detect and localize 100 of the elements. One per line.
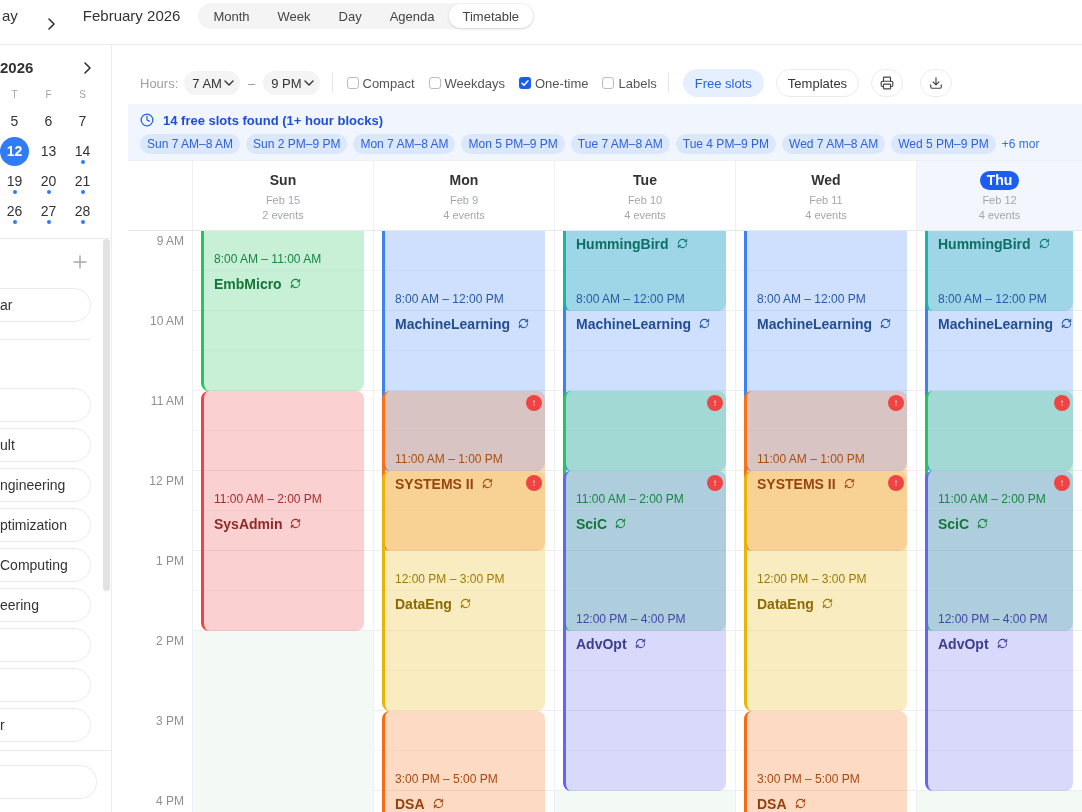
toolbar-button[interactable]: Free slots — [682, 69, 764, 97]
calendar-day[interactable]: 28 — [68, 196, 97, 226]
calendar-list-item[interactable]: ult — [0, 428, 91, 462]
hour-label: 12 PM — [149, 474, 184, 488]
event-count: 2 events — [262, 208, 304, 222]
event-count: 4 events — [624, 208, 666, 222]
event-title: HummingBird — [938, 235, 1031, 252]
calendar-day[interactable]: 20 — [34, 166, 63, 196]
free-slot-chip[interactable]: Mon 5 PM–9 PM — [461, 134, 565, 154]
calendar-day[interactable]: 5 — [0, 106, 29, 136]
free-slot-chip[interactable]: Tue 7 AM–8 AM — [570, 134, 670, 154]
event-title: HummingBird — [576, 235, 669, 252]
view-tab[interactable]: Month — [199, 4, 264, 28]
event-block[interactable]: 8:00 AM – 11:00 AM EmbMicro — [201, 231, 364, 391]
checkbox[interactable] — [428, 77, 441, 89]
toolbar-button[interactable]: Templates — [775, 69, 860, 97]
add-icon[interactable] — [73, 255, 87, 269]
calendar-list-item[interactable]: r — [0, 708, 91, 742]
checkbox-label[interactable]: Weekdays — [444, 75, 505, 91]
calendar-day[interactable]: 14 — [68, 136, 97, 166]
nav-button[interactable]: ay — [2, 3, 18, 29]
print-button[interactable] — [871, 69, 904, 97]
calendar-day[interactable]: 6 — [34, 106, 63, 136]
free-slot-chip[interactable]: Sun 7 AM–8 AM — [140, 134, 241, 154]
download-icon — [929, 76, 944, 90]
event-title: SciC — [938, 515, 970, 532]
event-time: 8:00 AM – 12:00 PM — [395, 290, 504, 308]
calendar-day[interactable]: 7 — [68, 106, 97, 136]
free-slots-summary: 14 free slots found (1+ hour blocks) — [163, 112, 383, 128]
view-tab[interactable]: Timetable — [448, 4, 534, 28]
checkbox-label[interactable]: Labels — [618, 75, 657, 91]
checkbox[interactable] — [602, 77, 615, 89]
day-date: Feb 10 — [627, 193, 663, 207]
day-name: Sun — [269, 171, 297, 189]
chevron-down-icon — [223, 80, 234, 86]
event-time: 11:00 AM – 1:00 PM — [395, 450, 503, 468]
next-chevron-icon[interactable] — [47, 17, 55, 30]
download-button[interactable] — [920, 69, 953, 97]
hour-label: 10 AM — [149, 314, 184, 328]
free-slot-chip[interactable]: Wed 7 AM–8 AM — [782, 134, 886, 154]
event-block[interactable]: 11:00 AM – 2:00 PM SysAdmin — [201, 391, 364, 631]
scrollbar-thumb[interactable] — [103, 239, 110, 591]
event-time: 11:00 AM – 2:00 PM — [214, 490, 322, 508]
chevron-down-icon — [303, 80, 314, 86]
event-title: AdvOpt — [938, 635, 989, 652]
event-title: EmbMicro — [214, 275, 282, 292]
event-title: DSA — [395, 795, 425, 812]
more-slots-link[interactable]: +6 mor — [1001, 137, 1040, 151]
free-slot-chip[interactable]: Sun 2 PM–9 PM — [246, 134, 348, 154]
calendar-day[interactable]: 27 — [34, 196, 63, 226]
day-name: Mon — [449, 171, 479, 189]
hour-label: 3 PM — [156, 714, 184, 728]
free-slot-chip[interactable]: Mon 7 AM–8 AM — [353, 134, 456, 154]
event-title: MachineLearning — [757, 315, 873, 332]
checkbox-label[interactable]: One-time — [535, 75, 589, 91]
calendar-list-item[interactable]: ngineering — [0, 468, 91, 502]
month-title: February 2026 — [82, 6, 181, 26]
event-title: SysAdmin — [214, 515, 283, 532]
calendar-day[interactable]: 19 — [0, 166, 29, 196]
event-title: MachineLearning — [938, 315, 1054, 332]
hour-label: 9 AM — [156, 234, 184, 248]
calendar-day[interactable]: 12 — [0, 136, 29, 166]
calendar-list-item[interactable]: Computing — [0, 548, 91, 582]
event-block[interactable]: 3:00 PM – 5:00 PM DSA — [382, 711, 545, 812]
event-time: 3:00 PM – 5:00 PM — [395, 770, 498, 788]
clock-icon — [140, 113, 154, 127]
free-slot-chip[interactable]: Wed 5 PM–9 PM — [891, 134, 996, 154]
view-tab[interactable]: Agenda — [375, 4, 449, 28]
view-tab[interactable]: Week — [263, 4, 325, 28]
mini-calendar-title: 2026 — [0, 59, 34, 77]
hour-select[interactable]: 9 PM — [263, 71, 320, 95]
hour-select[interactable]: 7 AM — [184, 71, 240, 95]
event-time: 11:00 AM – 1:00 PM — [757, 450, 865, 468]
calendar-day[interactable]: 26 — [0, 196, 29, 226]
range-dash: – — [247, 75, 256, 91]
calendar-day[interactable]: 21 — [68, 166, 97, 196]
event-block[interactable]: 3:00 PM – 5:00 PM DSA — [744, 711, 907, 812]
day-name: Thu — [979, 171, 1020, 190]
next-month-chevron-icon[interactable] — [84, 62, 91, 74]
event-title: MachineLearning — [395, 315, 511, 332]
checkbox-label[interactable]: Compact — [362, 75, 415, 91]
event-time: 12:00 PM – 3:00 PM — [395, 570, 505, 588]
day-name: Tue — [633, 171, 657, 189]
view-tab[interactable]: Day — [324, 4, 376, 28]
calendar-list-item[interactable]: ar — [0, 288, 91, 322]
checkbox[interactable] — [519, 77, 531, 89]
checkbox[interactable] — [346, 77, 359, 89]
calendar-list-item[interactable]: ptimization — [0, 508, 91, 542]
event-time: 12:00 PM – 4:00 PM — [576, 610, 686, 628]
event-title: SciC — [576, 515, 608, 532]
hour-label: 4 PM — [156, 794, 184, 808]
free-slot-chip[interactable]: Tue 4 PM–9 PM — [675, 134, 777, 154]
event-count: 4 events — [805, 208, 847, 222]
event-time: 8:00 AM – 12:00 PM — [938, 290, 1047, 308]
event-time: 12:00 PM – 3:00 PM — [757, 570, 867, 588]
calendar-day[interactable]: 13 — [34, 136, 63, 166]
weekday-label: T — [11, 88, 18, 102]
event-title: DSA — [757, 795, 787, 812]
calendar-list-item[interactable]: eering — [0, 588, 91, 622]
event-count: 4 events — [443, 208, 485, 222]
